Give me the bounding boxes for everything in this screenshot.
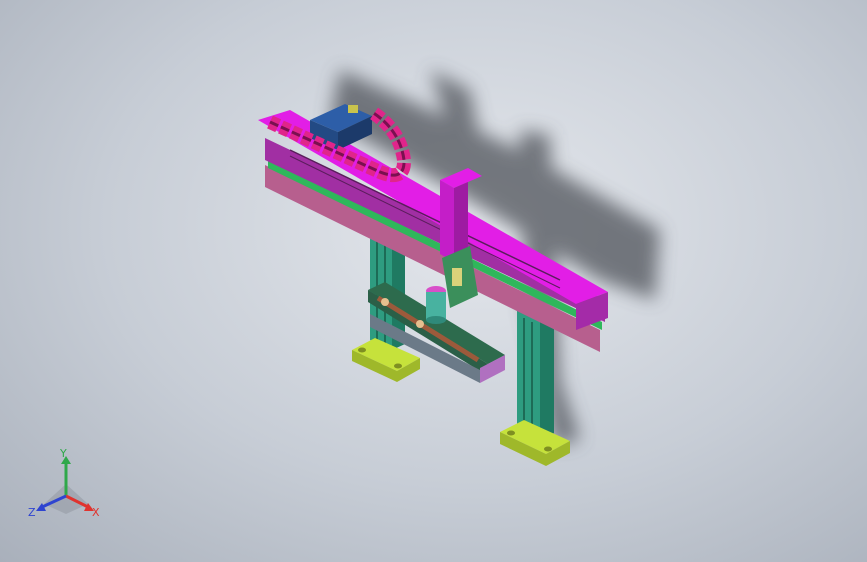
right-column[interactable] [517,310,554,440]
graphics-viewport[interactable]: Y X Z [0,0,867,562]
z-axis-motor[interactable] [426,286,446,324]
cad-model-view[interactable] [0,0,867,562]
view-orientation-triad[interactable]: Y X Z [24,448,108,524]
y-axis-label: Y [59,448,67,460]
z-axis-label: Z [28,506,36,519]
x-axis-label: X [92,506,100,519]
